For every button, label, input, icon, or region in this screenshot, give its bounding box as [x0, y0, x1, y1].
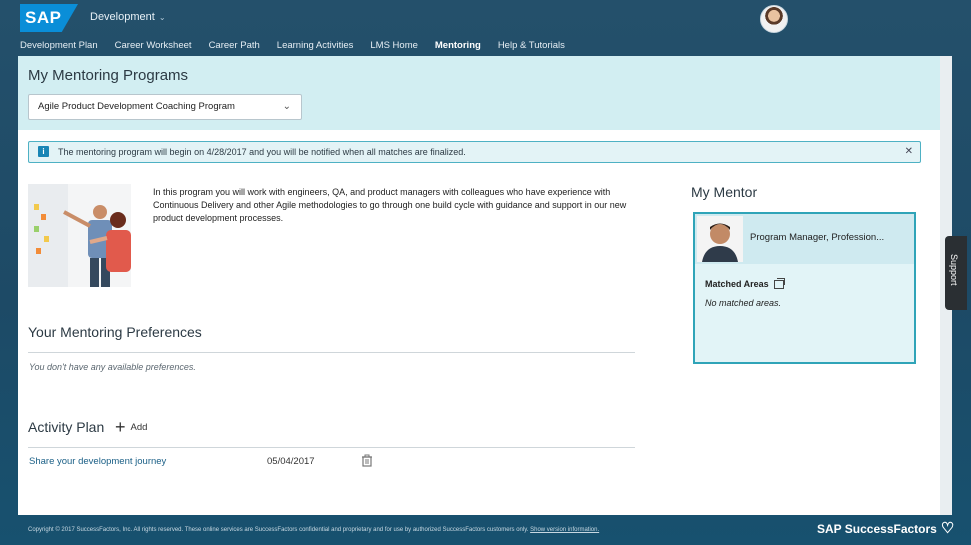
footer-copyright: Copyright © 2017 SuccessFactors, Inc. Al… — [28, 527, 599, 533]
my-mentor-title: My Mentor — [691, 184, 758, 200]
mentor-role: Program Manager, Profession... — [750, 232, 885, 243]
nav-item-lms-home[interactable]: LMS Home — [370, 39, 418, 55]
info-icon: i — [38, 146, 49, 157]
nav-item-mentoring[interactable]: Mentoring — [435, 39, 481, 55]
mentor-card[interactable]: Program Manager, Profession... Matched A… — [693, 212, 916, 364]
sap-logo[interactable]: SAP — [20, 4, 78, 32]
copy-icon[interactable] — [773, 277, 785, 289]
close-icon[interactable]: ✕ — [905, 142, 913, 162]
module-nav: Development Plan Career Worksheet Career… — [20, 39, 582, 55]
activity-item-date: 05/04/2017 — [267, 456, 315, 467]
mentor-card-header: Program Manager, Profession... — [695, 214, 914, 264]
add-activity-button[interactable]: + Add — [115, 417, 148, 437]
panel-header: My Mentoring Programs Agile Product Deve… — [18, 56, 940, 130]
brand-text: SAP SuccessFactors — [817, 522, 937, 536]
program-description: In this program you will work with engin… — [153, 187, 627, 223]
program-image — [28, 184, 131, 287]
activity-item-link[interactable]: Share your development journey — [29, 456, 166, 467]
support-tab[interactable]: Support — [945, 236, 967, 310]
matched-areas-label: Matched Areas — [705, 277, 785, 289]
preferences-title: Your Mentoring Preferences — [28, 324, 202, 340]
activity-plan-title: Activity Plan — [28, 419, 105, 435]
program-select[interactable]: Agile Product Development Coaching Progr… — [28, 94, 302, 120]
footer-brand: SAP SuccessFactors ♡ — [817, 520, 955, 537]
matched-areas-empty: No matched areas. — [705, 298, 782, 308]
info-banner-text: The mentoring program will begin on 4/28… — [58, 147, 466, 157]
user-avatar[interactable] — [760, 5, 788, 33]
main-panel: My Mentoring Programs Agile Product Deve… — [18, 56, 940, 515]
nav-item-career-path[interactable]: Career Path — [209, 39, 260, 55]
chevron-down-icon: ⌄ — [158, 12, 166, 22]
chevron-down-icon: ⌄ — [282, 101, 291, 112]
support-label: Support — [949, 254, 959, 286]
module-label: Development — [90, 11, 155, 23]
copyright-text: Copyright © 2017 SuccessFactors, Inc. Al… — [28, 527, 529, 533]
info-banner: i The mentoring program will begin on 4/… — [28, 141, 921, 163]
trash-icon[interactable] — [361, 454, 373, 467]
matched-areas-text: Matched Areas — [705, 279, 769, 289]
module-switcher[interactable]: Development ⌄ — [90, 11, 166, 23]
nav-item-help-tutorials[interactable]: Help & Tutorials — [498, 39, 565, 55]
add-label: Add — [130, 421, 148, 433]
divider — [28, 352, 635, 353]
program-select-value: Agile Product Development Coaching Progr… — [38, 101, 235, 112]
preferences-empty: You don't have any available preferences… — [29, 362, 196, 372]
nav-item-development-plan[interactable]: Development Plan — [20, 39, 98, 55]
nav-item-career-worksheet[interactable]: Career Worksheet — [115, 39, 192, 55]
page-title: My Mentoring Programs — [28, 67, 189, 84]
nav-item-learning-activities[interactable]: Learning Activities — [277, 39, 354, 55]
heart-icon: ♡ — [940, 520, 955, 537]
top-header: SAP Development ⌄ — [0, 0, 971, 38]
divider — [28, 447, 635, 448]
mentor-avatar — [697, 216, 743, 262]
version-info-link[interactable]: Show version information. — [530, 527, 599, 533]
plus-icon: + — [115, 417, 126, 437]
